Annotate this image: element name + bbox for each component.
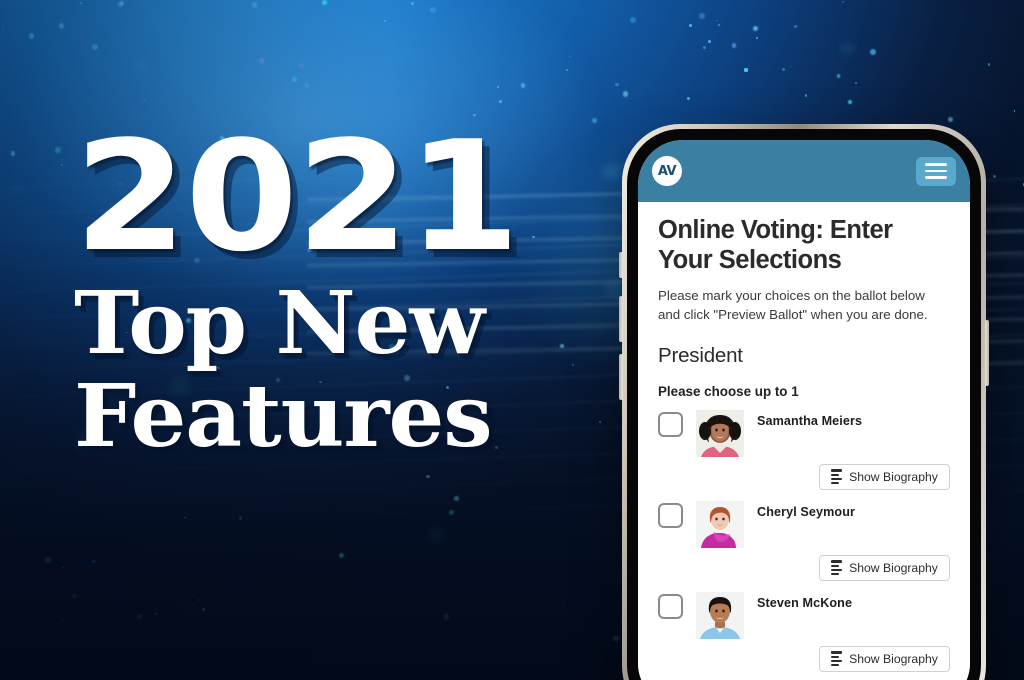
- app-header: AV: [638, 140, 970, 202]
- woman-curly-hair-pink-top-icon: [696, 409, 744, 457]
- candidate-name: Steven McKone: [757, 595, 853, 610]
- phone-mockup: AV Online Voting: Enter Your Selections …: [619, 124, 989, 680]
- phone-silent-switch[interactable]: [619, 252, 623, 278]
- show-biography-label: Show Biography: [849, 651, 938, 666]
- list-lines-icon: [831, 651, 843, 667]
- phone-volume-up-button[interactable]: [619, 296, 623, 342]
- phone-screen: AV Online Voting: Enter Your Selections …: [638, 140, 970, 680]
- candidate-portrait: [696, 409, 744, 457]
- woman-short-red-hair-magenta-wrap-icon: [696, 500, 744, 548]
- candidate-main: Steven McKone: [658, 591, 950, 639]
- show-biography-button[interactable]: Show Biography: [819, 645, 950, 672]
- candidate-checkbox[interactable]: [658, 502, 683, 528]
- candidate-row: Steven McKone Show Biography: [658, 591, 950, 672]
- ballot-content: Online Voting: Enter Your Selections Ple…: [638, 202, 970, 680]
- av-logo-icon[interactable]: AV: [652, 156, 682, 186]
- show-biography-label: Show Biography: [849, 469, 938, 484]
- candidate-portrait: [696, 591, 744, 639]
- candidate-name: Cheryl Seymour: [757, 504, 855, 519]
- candidate-row: Samantha Meiers Show Biography: [658, 409, 950, 490]
- list-lines-icon: [831, 560, 843, 576]
- candidate-portrait: [696, 500, 744, 548]
- page-title: Online Voting: Enter Your Selections: [658, 216, 893, 274]
- show-biography-button[interactable]: Show Biography: [819, 554, 950, 581]
- phone-bezel: AV Online Voting: Enter Your Selections …: [627, 129, 981, 680]
- man-dark-hair-light-blue-shirt-icon: [696, 591, 744, 639]
- candidate-row: Cheryl Seymour Show Biography: [658, 500, 950, 581]
- hamburger-bar-3: [925, 176, 947, 179]
- show-biography-label: Show Biography: [849, 560, 938, 575]
- page-intro-text: Please mark your choices on the ballot b…: [658, 288, 928, 323]
- phone-volume-down-button[interactable]: [619, 354, 623, 400]
- hamburger-bar-2: [925, 169, 947, 173]
- phone-power-button[interactable]: [985, 320, 989, 386]
- list-lines-icon: [831, 469, 843, 485]
- candidate-main: Samantha Meiers: [658, 409, 950, 457]
- promo-banner: 2021 Top New Features AV Online Voting: …: [0, 0, 1024, 680]
- hamburger-menu-icon[interactable]: [916, 156, 956, 186]
- candidate-checkbox[interactable]: [658, 593, 683, 619]
- candidate-main: Cheryl Seymour: [658, 500, 950, 548]
- hamburger-bar-1: [925, 163, 947, 166]
- race-title: President: [658, 343, 743, 367]
- candidate-checkbox[interactable]: [658, 411, 683, 437]
- av-logo-text: AV: [657, 163, 677, 179]
- candidate-name: Samantha Meiers: [757, 413, 863, 428]
- race-selection-rule: Please choose up to 1: [658, 383, 799, 399]
- show-biography-button[interactable]: Show Biography: [819, 463, 950, 490]
